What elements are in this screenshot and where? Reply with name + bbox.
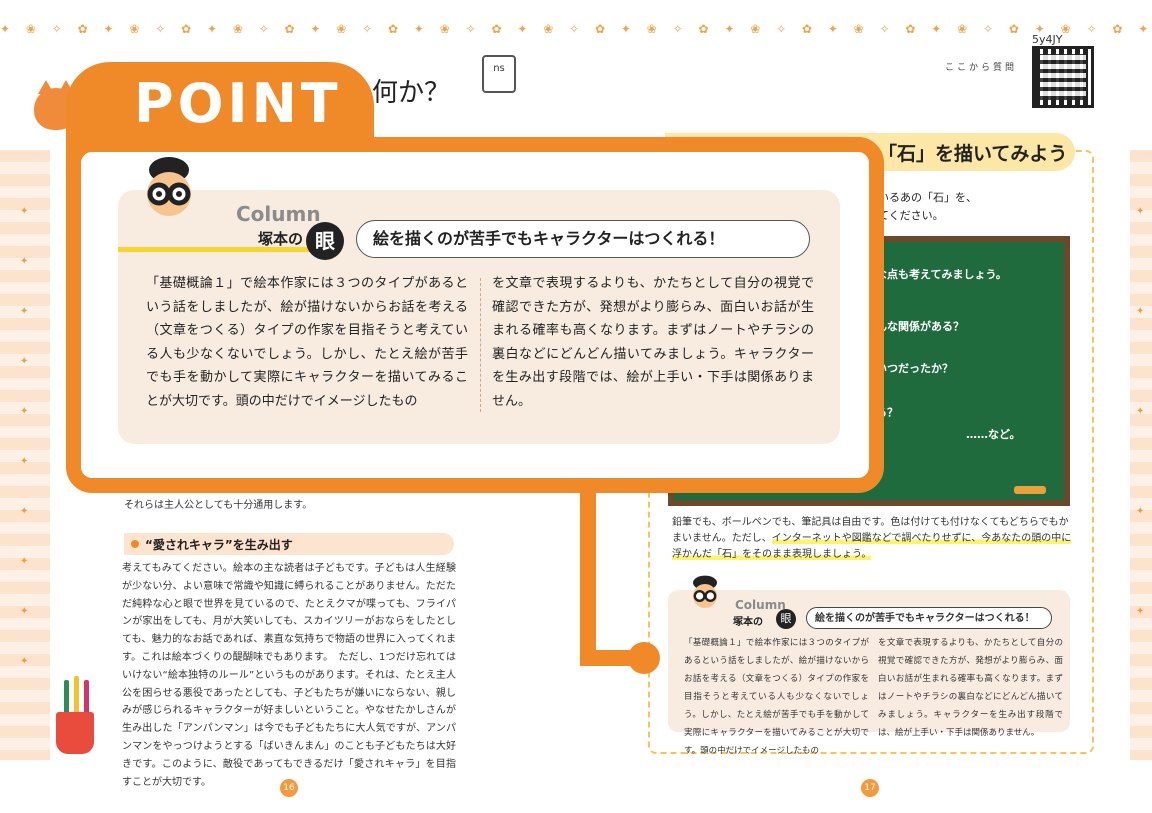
- side-mark-icon: ✦: [20, 506, 29, 517]
- chalkboard-line: いつだったか？: [876, 362, 953, 375]
- side-mark-icon: ✦: [20, 656, 29, 667]
- subheading: “愛されキャラ”を生み出す: [145, 538, 293, 552]
- side-mark-icon: ✦: [1136, 206, 1145, 217]
- side-mark-icon: ✦: [20, 556, 29, 567]
- section-desc: てください。: [878, 209, 944, 222]
- side-mark-icon: ✦: [20, 406, 29, 417]
- chalkboard-line: な点も考えてみましょう。: [876, 268, 1007, 281]
- column-brand: Column: [236, 202, 321, 226]
- side-mark-icon: ✦: [1136, 306, 1145, 317]
- ask-question-link[interactable]: ここから質問: [945, 60, 1017, 73]
- column-heading: 絵を描くのが苦手でもキャラクターはつくれる！: [356, 220, 810, 258]
- side-mark-icon: ✦: [1136, 406, 1145, 417]
- column-paragraph: を文章で表現するよりも、かたちとして自分の視覚で確認できた方が、発想がより膨らみ…: [492, 276, 814, 409]
- column-brand: Column: [735, 598, 786, 612]
- section-title: 「石」を描いてみよう: [878, 143, 1068, 165]
- leaf-garland-decoration: ✦ ❀ ✧ ✿ ✦ ❀ ✧ ✿ ✦ ❀ ✧ ✿ ✦ ❀ ✧ ✿ ✦ ❀ ✧ ✿ …: [0, 22, 1152, 36]
- side-mark-icon: ✦: [20, 456, 29, 467]
- chalk-eraser-icon: [1014, 486, 1046, 494]
- eye-badge: 眼: [776, 609, 796, 629]
- side-mark-icon: ✦: [1136, 606, 1145, 617]
- column-paragraph: を文章で表現するよりも、かたちとして自分の視覚で確認できた方が、発想がより膨らみ…: [878, 638, 1063, 738]
- note-paragraph: 鉛筆でも、ボールペンでも、筆記具は自由です。色は付けても付けなくてもどちらでもか…: [672, 515, 1072, 563]
- side-mark-icon: ✦: [20, 606, 29, 617]
- body-text: それらは主人公としても十分通用します。: [124, 500, 313, 511]
- column-heading: 絵を描くのが苦手でもキャラクターはつくれる！: [806, 607, 1052, 629]
- page-number-left: 16: [280, 779, 298, 797]
- qr-code-pattern: [1040, 54, 1086, 100]
- bullet-dot-icon: [131, 540, 139, 548]
- left-side-stripe: [0, 150, 50, 760]
- chalkboard-line: ……など。: [966, 428, 1021, 441]
- page-number-right: 17: [861, 779, 879, 797]
- notebook-icon: ns: [482, 55, 516, 93]
- qr-code-label: 5y4JY: [1032, 33, 1063, 46]
- side-mark-icon: ✦: [20, 206, 29, 217]
- column-subtitle: 塚本の: [258, 230, 304, 248]
- author-face-icon: [693, 575, 717, 608]
- body-paragraph: 考えてもみてください。絵本の主な読者は子どもです。子どもは人生経験が少ない分、よ…: [122, 563, 456, 788]
- chalkboard-line: んな関係がある？: [876, 320, 964, 333]
- column-paragraph: 「基礎概論１」で絵本作家には３つのタイプがあるという話をしましたが、絵が描けない…: [146, 276, 468, 409]
- eye-badge: 眼: [306, 222, 344, 260]
- pencil-icon: [74, 676, 79, 716]
- point-label: POINT: [134, 72, 342, 135]
- side-mark-icon: ✦: [1136, 506, 1145, 517]
- pencil-cup-icon: [56, 712, 94, 754]
- column-divider: [480, 278, 481, 412]
- callout-connector-dot: [628, 642, 660, 674]
- right-side-stripe: [1130, 150, 1152, 760]
- column-subtitle: 塚本の: [733, 617, 763, 628]
- side-mark-icon: ✦: [20, 306, 29, 317]
- author-face-icon: [147, 157, 191, 216]
- page-heading: 何か？: [372, 78, 451, 108]
- side-mark-icon: ✦: [20, 256, 29, 267]
- side-mark-icon: ✦: [20, 356, 29, 367]
- column-paragraph: 「基礎概論１」で絵本作家には３つのタイプがあるという話をしましたが、絵が描けない…: [684, 638, 869, 756]
- section-desc: いるあの「石」を、: [878, 191, 977, 204]
- callout-connector: [580, 488, 596, 664]
